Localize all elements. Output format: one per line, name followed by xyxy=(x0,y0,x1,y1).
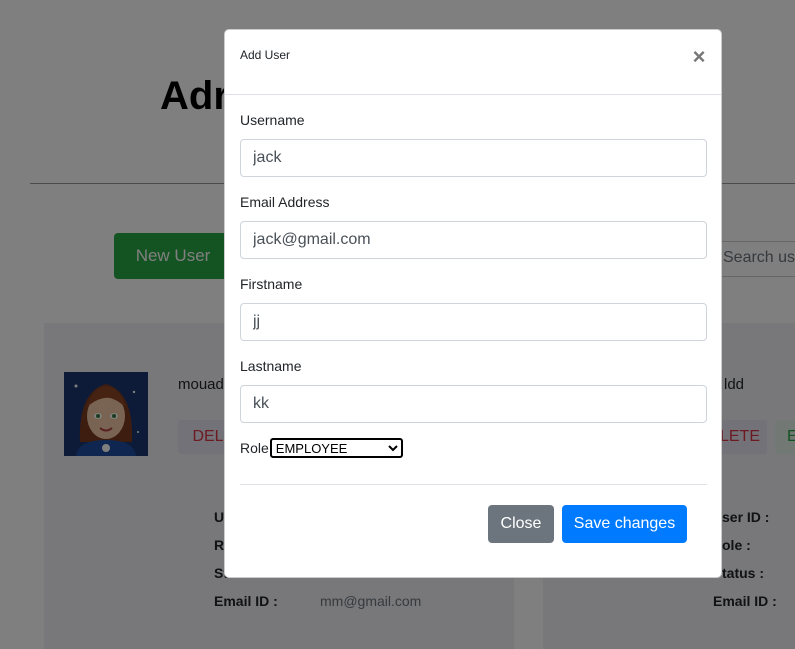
close-icon[interactable]: × xyxy=(689,46,709,68)
firstname-label: Firstname xyxy=(240,276,303,292)
close-button[interactable]: Close xyxy=(488,505,554,543)
username-label: Username xyxy=(240,112,305,128)
role-select[interactable]: EMPLOYEE xyxy=(269,438,403,458)
modal-header: Add User × xyxy=(225,30,721,95)
email-label: Email Address xyxy=(240,194,330,210)
modal-divider xyxy=(240,484,707,485)
email-input[interactable] xyxy=(240,221,707,259)
username-input[interactable] xyxy=(240,139,707,177)
add-user-modal: Add User × Username Email Address Firstn… xyxy=(224,29,722,578)
role-label: Role xyxy=(240,440,269,456)
firstname-input[interactable] xyxy=(240,303,707,341)
lastname-label: Lastname xyxy=(240,358,302,374)
modal-title: Add User xyxy=(240,48,291,62)
save-changes-button[interactable]: Save changes xyxy=(562,505,687,543)
role-row: Role EMPLOYEE xyxy=(240,438,403,458)
lastname-input[interactable] xyxy=(240,385,707,423)
